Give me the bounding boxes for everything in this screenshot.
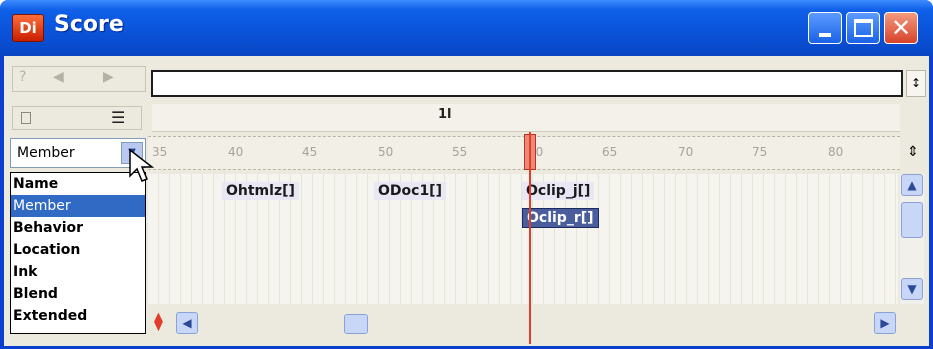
minimize-button[interactable] xyxy=(808,12,842,44)
marker-row: ☰ 1l xyxy=(12,104,924,132)
scroll-left-icon[interactable]: ◀ xyxy=(176,312,198,334)
sprite[interactable]: ODoc1[] xyxy=(374,182,446,200)
sprite-selected[interactable]: Oclip_r[] xyxy=(522,208,599,228)
list-item[interactable]: Extended xyxy=(11,305,145,327)
tick-label: 80 xyxy=(828,145,844,159)
tick-label: 55 xyxy=(452,145,468,159)
navigation-controls: ? ◀ ▶ xyxy=(12,66,146,92)
close-button[interactable]: ✕ xyxy=(884,12,918,44)
title-bar[interactable]: Di Score ✕ xyxy=(0,0,933,56)
scroll-right-icon[interactable]: ▶ xyxy=(874,312,896,334)
tick-label: 40 xyxy=(228,145,244,159)
prev-icon[interactable]: ◀ xyxy=(53,69,64,85)
hide-channels-icon[interactable] xyxy=(21,112,31,124)
special-channels-bar[interactable] xyxy=(151,70,903,97)
list-item[interactable]: Location xyxy=(11,239,145,261)
director-app-icon: Di xyxy=(12,14,44,42)
question-icon[interactable]: ? xyxy=(19,69,26,85)
bottom-bar: ⧫ ◀ ▶ xyxy=(148,308,926,340)
mouse-cursor-icon xyxy=(129,148,155,182)
window-title: Score xyxy=(54,12,124,37)
minimize-icon xyxy=(819,33,831,37)
marker-menu-icon[interactable]: ☰ xyxy=(111,108,125,127)
sprite[interactable]: Oclip_j[] xyxy=(522,182,595,200)
scroll-up-icon[interactable]: ▲ xyxy=(901,174,923,196)
dropdown-value: Member xyxy=(17,145,75,161)
maximize-icon xyxy=(854,19,873,37)
frame-marker[interactable]: 1l xyxy=(438,107,452,122)
marker-controls: ☰ xyxy=(12,106,142,130)
channel-display-list: Name Member Behavior Location Ink Blend … xyxy=(10,172,146,334)
list-item-selected[interactable]: Member xyxy=(11,195,145,217)
tick-label: 45 xyxy=(302,145,318,159)
marker-channel[interactable]: 1l xyxy=(152,104,900,132)
list-item[interactable]: Behavior xyxy=(11,217,145,239)
scroll-thumb[interactable] xyxy=(901,202,923,238)
sprite[interactable]: Ohtmlz[] xyxy=(222,182,299,200)
channel-display-dropdown[interactable]: Member ▼ xyxy=(10,138,146,168)
playhead-marker-icon[interactable]: ⧫ xyxy=(154,312,163,332)
next-icon[interactable]: ▶ xyxy=(103,69,114,85)
navigation-row: ? ◀ ▶ ↕ xyxy=(8,60,926,97)
zoom-menu-icon[interactable]: ⇕ xyxy=(903,140,923,166)
list-item[interactable]: Ink xyxy=(11,261,145,283)
list-item[interactable]: Blend xyxy=(11,283,145,305)
tick-label: 65 xyxy=(602,145,618,159)
tick-label: 50 xyxy=(378,145,394,159)
list-item[interactable]: Name xyxy=(11,173,145,195)
channel-resize-handle[interactable]: ↕ xyxy=(906,70,926,97)
vertical-scrollbar[interactable]: ▲ ▼ xyxy=(900,174,924,304)
tick-label: 70 xyxy=(678,145,694,159)
horizontal-scroll-thumb[interactable] xyxy=(344,314,368,334)
scroll-down-icon[interactable]: ▼ xyxy=(901,278,923,300)
sprite-channels-grid[interactable]: Ohtmlz[] ODoc1[] Oclip_j[] Oclip_r[] xyxy=(148,174,898,304)
maximize-button[interactable] xyxy=(846,12,880,44)
tick-label: 75 xyxy=(752,145,768,159)
score-window: Di Score ✕ ? ◀ ▶ ↕ ☰ 1l Member 35 40 45 … xyxy=(0,0,933,349)
close-icon: ✕ xyxy=(891,14,912,42)
